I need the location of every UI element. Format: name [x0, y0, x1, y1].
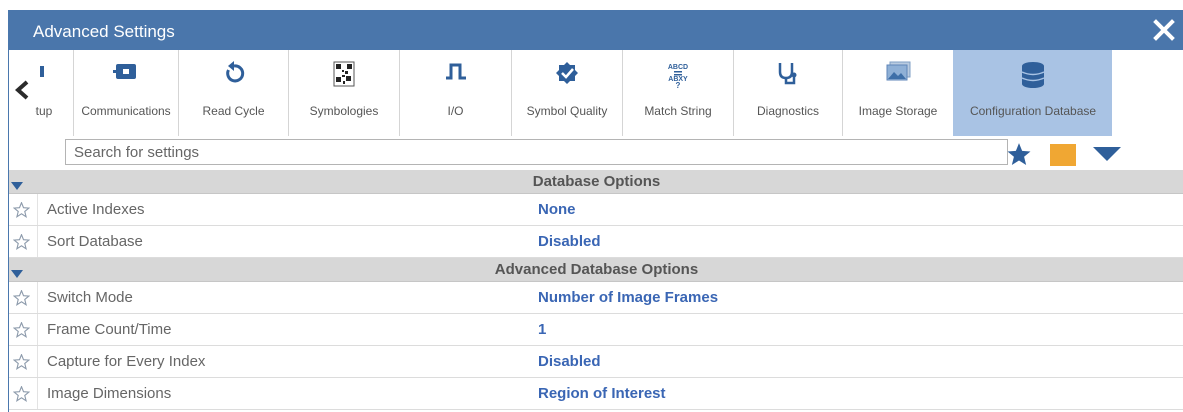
chevron-left-icon — [15, 80, 29, 100]
section-title: Database Options — [532, 173, 661, 190]
setting-name: Switch Mode — [47, 289, 133, 306]
database-icon — [1021, 61, 1045, 92]
tab-label: Image Storage — [858, 104, 938, 118]
row-divider — [37, 314, 38, 345]
dialog-title: Advanced Settings — [33, 22, 175, 41]
tab-label: I/O — [447, 104, 464, 118]
row-divider — [37, 194, 38, 225]
setting-row-capture-for-every-index: Capture for Every Index Disabled — [9, 346, 1183, 378]
setting-name: Image Dimensions — [47, 385, 172, 402]
setting-value[interactable]: None — [538, 194, 576, 225]
close-icon[interactable] — [1152, 18, 1176, 42]
favorite-star-icon[interactable] — [12, 201, 31, 223]
symbologies-icon — [333, 61, 355, 90]
section-advanced-database-options: Advanced Database Options — [9, 258, 1183, 282]
highlight-filter-button[interactable] — [1050, 144, 1076, 166]
match-text-1: ABCD — [668, 64, 688, 71]
tab-label: Diagnostics — [756, 104, 820, 118]
image-storage-icon — [885, 61, 911, 86]
tab-symbologies[interactable]: Symbologies — [288, 50, 399, 136]
tab-io[interactable]: I/O — [399, 50, 511, 136]
favorite-star-icon[interactable] — [12, 321, 31, 343]
row-divider — [37, 226, 38, 257]
row-divider — [37, 346, 38, 377]
favorite-star-icon[interactable] — [12, 353, 31, 375]
setting-row-frame-count-time: Frame Count/Time 1 — [9, 314, 1183, 346]
match-string-icon: ABCD ABXY? — [664, 61, 692, 92]
setting-row-image-dimensions: Image Dimensions Region of Interest — [9, 378, 1183, 410]
tab-diagnostics[interactable]: Diagnostics — [733, 50, 842, 136]
search-input[interactable] — [65, 139, 1008, 165]
tab-label: Symbol Quality — [526, 104, 608, 118]
io-pulse-icon — [444, 61, 468, 84]
tab-match-string[interactable]: ABCD ABXY? Match String — [622, 50, 733, 136]
favorite-star-icon[interactable] — [12, 289, 31, 311]
favorite-star-icon[interactable] — [12, 233, 31, 255]
tab-label: Configuration Database — [969, 104, 1097, 118]
tab-symbol-quality[interactable]: Symbol Quality — [511, 50, 622, 136]
setting-value[interactable]: Disabled — [538, 346, 601, 377]
tab-configuration-database[interactable]: Configuration Database — [953, 50, 1112, 136]
section-title: Advanced Database Options — [494, 261, 699, 278]
match-text-3: ? — [676, 81, 681, 89]
tab-label: etup — [29, 104, 53, 118]
favorite-star-icon[interactable] — [12, 385, 31, 407]
tab-label: Match String — [644, 104, 712, 118]
section-database-options: Database Options — [9, 170, 1183, 194]
expand-all-icon[interactable] — [1092, 146, 1122, 167]
setting-name: Frame Count/Time — [47, 321, 172, 338]
tab-label: Read Cycle — [202, 104, 265, 118]
setting-value[interactable]: Number of Image Frames — [538, 282, 718, 313]
setting-value[interactable]: Disabled — [538, 226, 601, 257]
tab-label: Symbologies — [309, 104, 379, 118]
advanced-settings-dialog: Advanced Settings etup Communications Re… — [8, 10, 1183, 412]
setting-row-switch-mode: Switch Mode Number of Image Frames — [9, 282, 1183, 314]
setup-icon — [40, 61, 50, 84]
setting-row-active-indexes: Active Indexes None — [9, 194, 1183, 226]
setting-name: Capture for Every Index — [47, 353, 206, 370]
scroll-left-button[interactable] — [9, 50, 35, 136]
stethoscope-icon — [776, 61, 800, 90]
search-row — [9, 136, 1183, 170]
category-tabs: etup Communications Read Cycle Symbologi… — [29, 50, 1112, 136]
tab-image-storage[interactable]: Image Storage — [842, 50, 953, 136]
tab-label: Communications — [81, 104, 171, 118]
setting-value[interactable]: Region of Interest — [538, 378, 666, 409]
communications-icon — [113, 61, 139, 84]
row-divider — [37, 282, 38, 313]
tab-read-cycle[interactable]: Read Cycle — [178, 50, 288, 136]
symbol-quality-icon — [555, 61, 579, 88]
setting-row-sort-database: Sort Database Disabled — [9, 226, 1183, 258]
title-bar: Advanced Settings — [9, 10, 1183, 50]
setting-name: Sort Database — [47, 233, 143, 250]
row-divider — [37, 378, 38, 409]
setting-value[interactable]: 1 — [538, 314, 546, 345]
category-toolbar: etup Communications Read Cycle Symbologi… — [9, 50, 1183, 136]
favorites-star-icon[interactable] — [1006, 142, 1032, 172]
setting-name: Active Indexes — [47, 201, 145, 218]
tab-communications[interactable]: Communications — [73, 50, 178, 136]
read-cycle-icon — [222, 61, 246, 88]
tab-setup[interactable]: etup — [29, 50, 73, 136]
